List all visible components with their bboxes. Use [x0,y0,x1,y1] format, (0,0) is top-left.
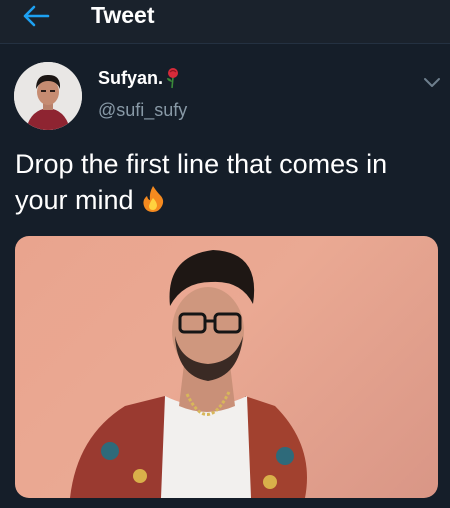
rose-icon [167,68,178,89]
avatar[interactable] [14,62,82,130]
display-name[interactable]: Sufyan. [98,68,163,89]
tweet-image[interactable] [15,236,438,498]
top-bar: Tweet [0,0,450,44]
arrow-left-icon[interactable] [22,5,50,27]
handle[interactable]: @sufi_sufy [98,100,187,121]
page-title: Tweet [91,2,155,28]
tweet-text: Drop the first line that comes in your m… [15,149,388,215]
fire-icon [142,186,163,212]
tweet-body: Drop the first line that comes in your m… [15,146,435,218]
chevron-down-icon[interactable] [422,76,442,90]
